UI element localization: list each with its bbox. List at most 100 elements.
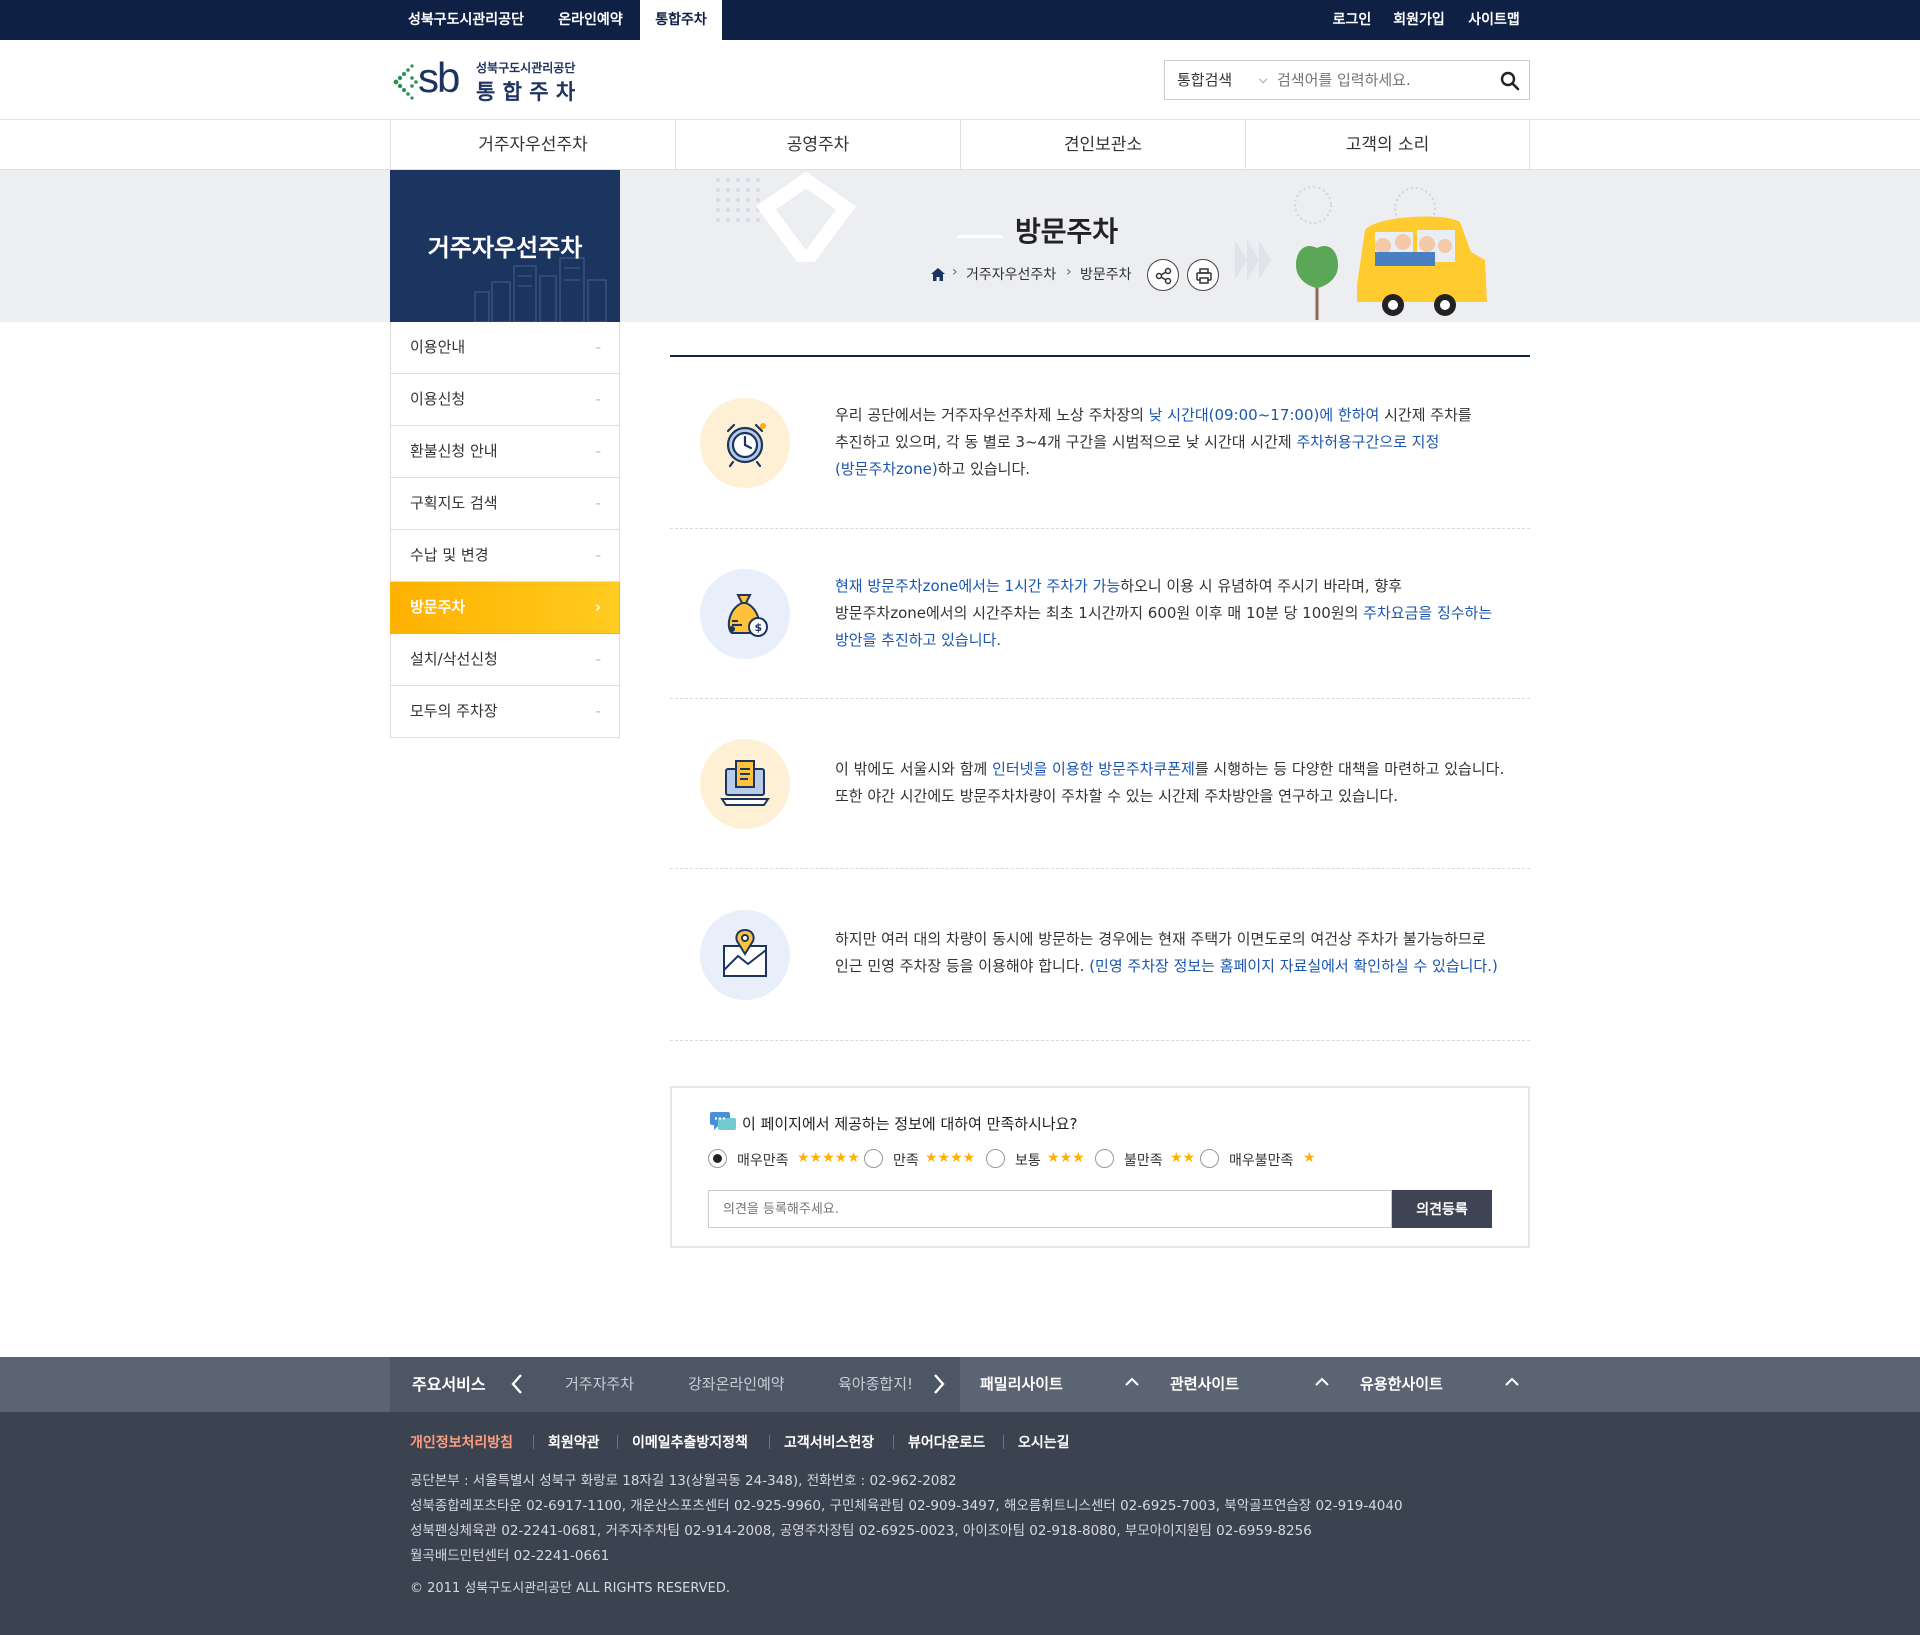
- print-button[interactable]: [1187, 259, 1219, 291]
- divider: [769, 1435, 770, 1449]
- dash-icon: -: [595, 442, 601, 460]
- visual-illustration: [1235, 186, 1487, 320]
- side-menu-item[interactable]: 설치/삭선신청 -: [390, 634, 620, 686]
- privacy-policy-link[interactable]: 개인정보처리방침: [410, 1432, 513, 1452]
- body-text: 또한 야간 시간에도 방문주차차량이 주차할 수 있는 시간제 주차방안을 연구…: [835, 787, 1399, 805]
- login-link[interactable]: 로그인: [1322, 0, 1382, 40]
- text-line: (방문주차zone)하고 있습니다.: [835, 456, 1515, 483]
- dash-icon: -: [595, 702, 601, 720]
- divider: [893, 1435, 894, 1449]
- survey-question: 이 페이지에서 제공하는 정보에 대하여 만족하시나요?: [742, 1115, 1078, 1133]
- section-1-text: 우리 공단에서는 거주자우선주차제 노상 주차장의 낮 시간대(09:00~17…: [835, 402, 1515, 483]
- divider: [617, 1435, 618, 1449]
- body-text: 방문주차zone에서의 시간주차는 최초 1시간까지 600원 이후 매 10분…: [835, 604, 1364, 622]
- topbar-link-corp[interactable]: 성북구도시관리공단: [392, 0, 540, 40]
- copyright: © 2011 성북구도시관리공단 ALL RIGHTS RESERVED.: [410, 1581, 730, 1596]
- star-rating-icon: ★★: [1170, 1150, 1196, 1166]
- submit-opinion-button[interactable]: 의견등록: [1392, 1190, 1492, 1228]
- text-line: 방문주차zone에서의 시간주차는 최초 1시간까지 600원 이후 매 10분…: [835, 600, 1515, 627]
- sitemap-link[interactable]: 사이트맵: [1458, 0, 1530, 40]
- chevron-right-icon[interactable]: [932, 1372, 946, 1396]
- chevron-right-icon: ›: [1066, 264, 1072, 280]
- chevron-right-icon: ›: [594, 598, 601, 616]
- service-link-3[interactable]: 육아종합지!: [838, 1357, 920, 1412]
- breadcrumb-item-1[interactable]: 거주자우선주차: [966, 264, 1056, 284]
- chevron-up-icon[interactable]: [1124, 1376, 1140, 1388]
- home-icon[interactable]: [930, 267, 946, 282]
- gnb-item-voice[interactable]: 고객의 소리: [1245, 120, 1530, 170]
- gnb-item-public[interactable]: 공영주차: [675, 120, 960, 170]
- gnb-item-resident[interactable]: 거주자우선주차: [390, 120, 675, 170]
- section-divider: [670, 868, 1530, 869]
- side-menu-item[interactable]: 이용신청 -: [390, 374, 620, 426]
- chevron-right-icon: ›: [952, 264, 958, 280]
- highlight-text: 인터넷을 이용한 방문주차쿠폰제: [992, 760, 1195, 778]
- email-policy-link[interactable]: 이메일추출방지정책: [632, 1432, 748, 1452]
- side-title-box: 거주자우선주차: [390, 170, 620, 322]
- chevron-up-icon[interactable]: [1504, 1376, 1520, 1388]
- dash-icon: -: [595, 338, 601, 356]
- family-site-toggle[interactable]: 패밀리사이트: [980, 1357, 1063, 1412]
- breadcrumb-item-2[interactable]: 방문주차: [1080, 264, 1132, 284]
- radio-button[interactable]: [708, 1149, 727, 1168]
- service-link-1[interactable]: 거주자주차: [565, 1357, 634, 1412]
- highlight-text: 낮 시간대(09:00~17:00)에 한하여: [1148, 406, 1380, 424]
- side-menu-label: 설치/삭선신청: [410, 650, 498, 668]
- text-line: 하지만 여러 대의 차량이 동시에 방문하는 경우에는 현재 주택가 이면도로의…: [835, 926, 1535, 953]
- side-menu-item[interactable]: 모두의 주차장 -: [390, 686, 620, 738]
- logo-mark-icon: [393, 64, 418, 100]
- side-menu-item[interactable]: 환불신청 안내 -: [390, 426, 620, 478]
- chevron-up-icon[interactable]: [1314, 1376, 1330, 1388]
- section-1-badge: [700, 398, 790, 488]
- gnb-item-tow[interactable]: 견인보관소: [960, 120, 1245, 170]
- text-line: 추진하고 있으며, 각 동 별로 3~4개 구간을 시범적으로 낮 시간대 시간…: [835, 429, 1515, 456]
- side-menu-label: 방문주차: [410, 598, 466, 616]
- search-icon[interactable]: [1500, 71, 1520, 91]
- dash-icon: -: [595, 494, 601, 512]
- topbar-link-parking[interactable]: 통합주차: [640, 0, 722, 40]
- dash-icon: -: [595, 546, 601, 564]
- page-title: 방문주차: [1015, 215, 1119, 248]
- side-menu-item[interactable]: 수납 및 변경 -: [390, 530, 620, 582]
- side-menu-label: 환불신청 안내: [410, 442, 498, 460]
- side-menu-item[interactable]: 이용안내 -: [390, 322, 620, 374]
- side-menu-item[interactable]: 방문주차 ›: [390, 582, 620, 634]
- rating-label: 보통: [1015, 1153, 1041, 1169]
- body-text: 하오니 이용 시 유념하여 주시기 바라며, 향후: [1120, 577, 1402, 595]
- opinion-input[interactable]: [708, 1190, 1392, 1228]
- highlight-text: 현재 방문주차zone에서는 1시간 주차가 가능: [835, 577, 1121, 595]
- chevron-left-icon[interactable]: [510, 1372, 524, 1396]
- highlight-text: 주차허용구간으로 지정: [1296, 433, 1440, 451]
- radio-button[interactable]: [1095, 1149, 1114, 1168]
- service-link-2[interactable]: 강좌온라인예약: [688, 1357, 785, 1412]
- radio-button[interactable]: [864, 1149, 883, 1168]
- side-menu-item[interactable]: 구획지도 검색 -: [390, 478, 620, 530]
- alarm-clock-icon: [726, 423, 766, 468]
- section-2-text: 현재 방문주차zone에서는 1시간 주차가 가능하오니 이용 시 유념하여 주…: [835, 573, 1515, 654]
- radio-button[interactable]: [986, 1149, 1005, 1168]
- terms-link[interactable]: 회원약관: [548, 1432, 600, 1452]
- text-line: 우리 공단에서는 거주자우선주차제 노상 주차장의 낮 시간대(09:00~17…: [835, 402, 1515, 429]
- search-input[interactable]: [1277, 65, 1477, 95]
- title-bar: [957, 235, 1003, 238]
- radio-button[interactable]: [1200, 1149, 1219, 1168]
- viewer-download-link[interactable]: 뷰어다운로드: [908, 1432, 985, 1452]
- svg-text:$: $: [755, 621, 763, 634]
- side-menu-label: 이용안내: [410, 338, 466, 356]
- directions-link[interactable]: 오시는길: [1018, 1432, 1070, 1452]
- highlight-text: 주차요금을 징수하는: [1363, 604, 1493, 622]
- share-icon: [1155, 267, 1172, 285]
- money-bag-icon: $: [727, 594, 768, 637]
- star-rating-icon: ★★★: [1047, 1150, 1085, 1166]
- related-site-toggle[interactable]: 관련사이트: [1170, 1357, 1239, 1412]
- dash-icon: -: [595, 390, 601, 408]
- logo[interactable]: sb 성북구도시관리공단 통 합 주 차: [390, 54, 600, 106]
- signup-link[interactable]: 회원가입: [1385, 0, 1453, 40]
- service-charter-link[interactable]: 고객서비스헌장: [784, 1432, 874, 1452]
- topbar-link-reservation[interactable]: 온라인예약: [545, 0, 636, 40]
- share-button[interactable]: [1147, 259, 1179, 291]
- useful-site-toggle[interactable]: 유용한사이트: [1360, 1357, 1443, 1412]
- search-select[interactable]: 통합검색 ⌵: [1165, 61, 1275, 99]
- logo-text: sb: [418, 54, 460, 101]
- footer-info-3: 성북펜싱체육관 02-2241-0681, 거주자주차팀 02-914-2008…: [410, 1523, 1312, 1539]
